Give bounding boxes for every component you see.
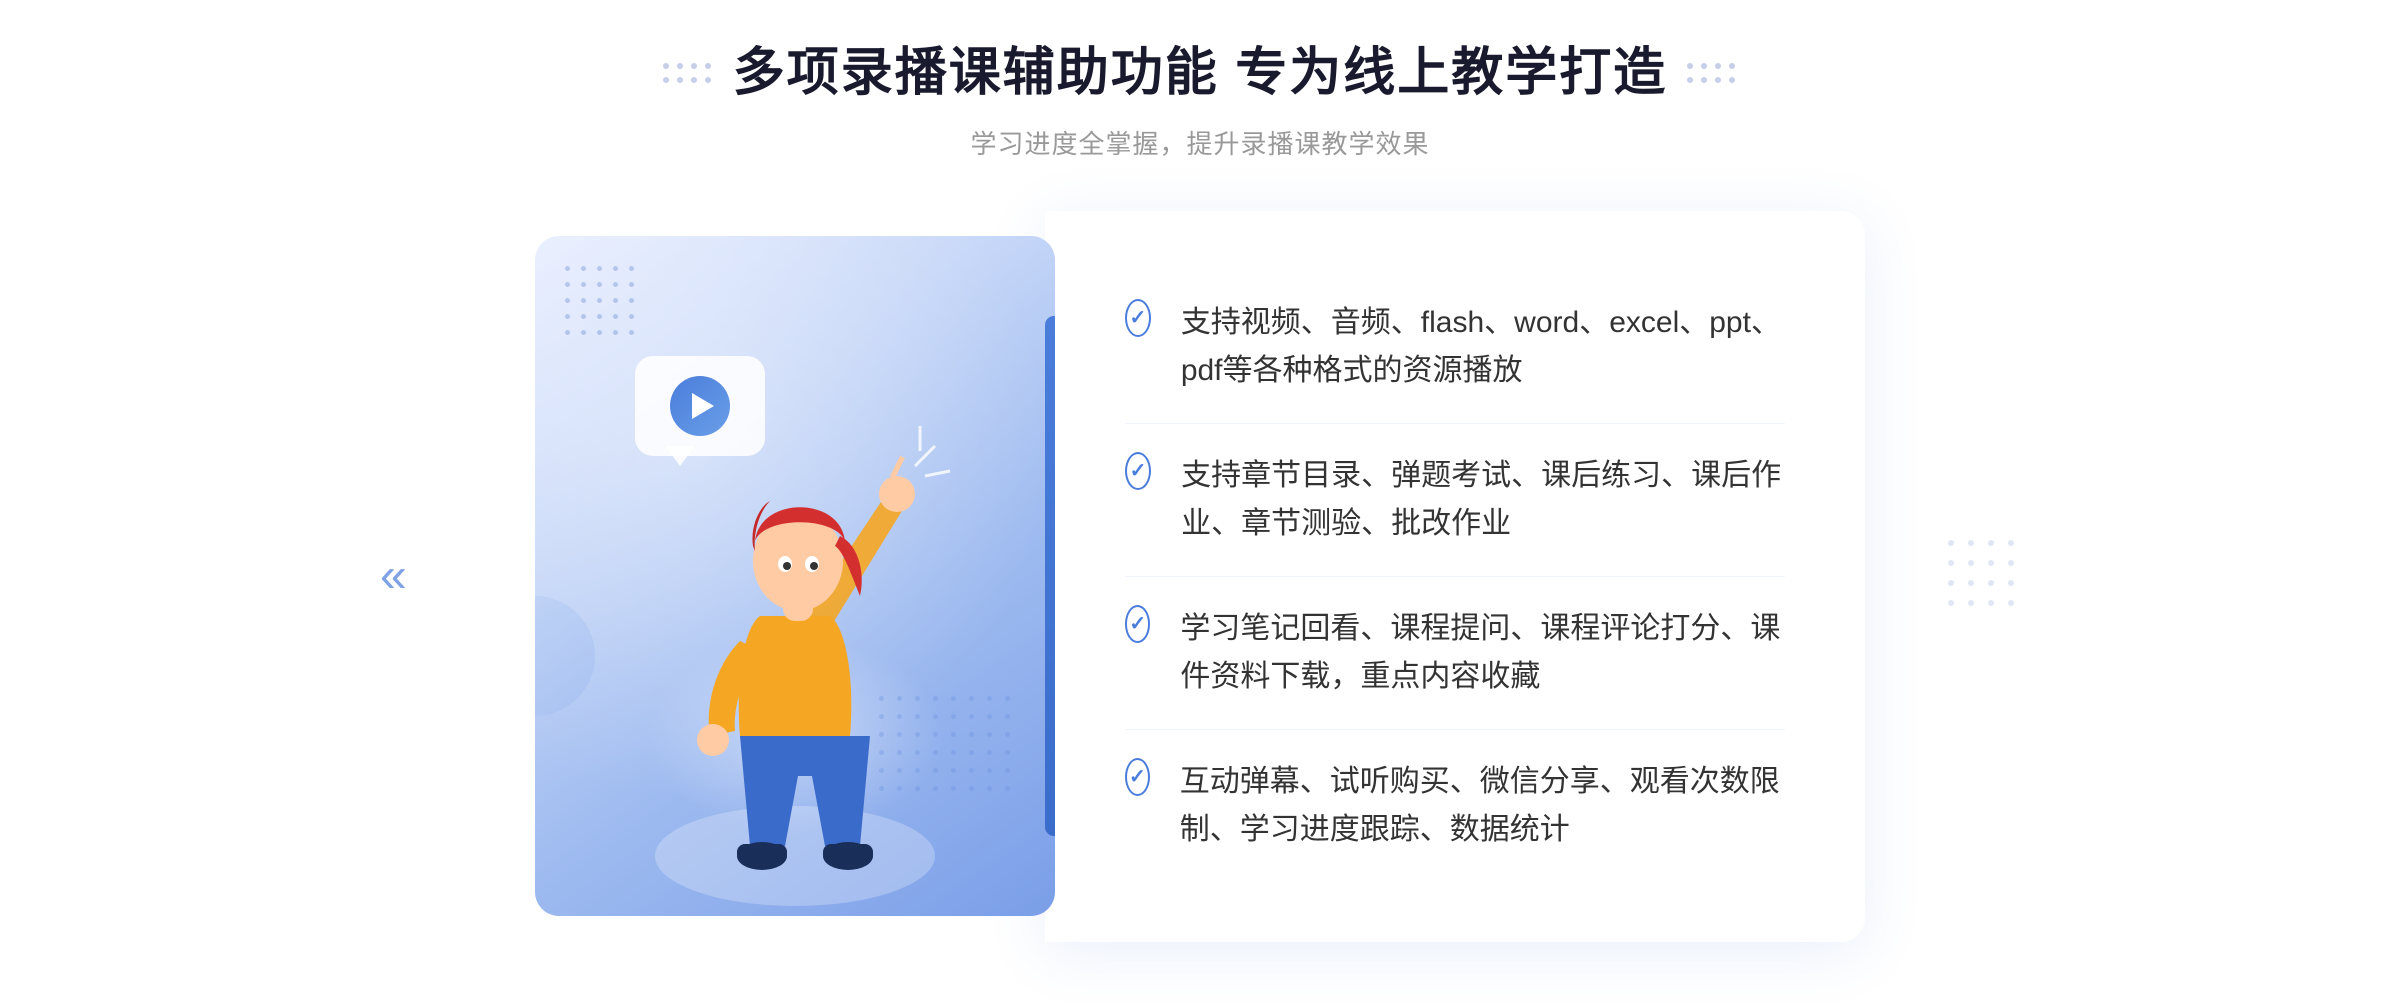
header-decoration: 多项录播课辅助功能 专为线上教学打造 [0, 40, 2400, 108]
feature-item-3: ✓ 学习笔记回看、课程提问、课程评论打分、课件资料下载，重点内容收藏 [1125, 577, 1785, 730]
feature-text-3: 学习笔记回看、课程提问、课程评论打分、课件资料下载，重点内容收藏 [1180, 605, 1785, 701]
page-container: 多项录播课辅助功能 专为线上教学打造 学习进度全掌握，提升录播课教学效果 « [0, 40, 2400, 942]
features-panel: ✓ 支持视频、音频、flash、word、excel、ppt、pdf等各种格式的… [1045, 211, 1865, 942]
feature-item-2: ✓ 支持章节目录、弹题考试、课后练习、课后作业、章节测验、批改作业 [1125, 424, 1785, 577]
accent-bar [1045, 316, 1055, 836]
right-outer-decoration [1948, 540, 2020, 612]
person-illustration [605, 396, 985, 916]
main-content: « [500, 211, 1900, 942]
feature-text-4: 互动弹幕、试听购买、微信分享、观看次数限制、学习进度跟踪、数据统计 [1180, 758, 1785, 854]
left-chevron-decoration: « [380, 549, 407, 604]
check-icon-4: ✓ [1125, 758, 1150, 796]
left-dot-decoration [663, 63, 713, 85]
feature-item-4: ✓ 互动弹幕、试听购买、微信分享、观看次数限制、学习进度跟踪、数据统计 [1125, 730, 1785, 882]
page-title: 多项录播课辅助功能 专为线上教学打造 [733, 40, 1667, 108]
feature-text-1: 支持视频、音频、flash、word、excel、ppt、pdf等各种格式的资源… [1181, 299, 1785, 395]
illustration-card [535, 236, 1055, 916]
feature-item-1: ✓ 支持视频、音频、flash、word、excel、ppt、pdf等各种格式的… [1125, 271, 1785, 424]
decorative-circle [535, 596, 595, 716]
right-dot-grid [1948, 540, 2020, 612]
feature-text-2: 支持章节目录、弹题考试、课后练习、课后作业、章节测验、批改作业 [1181, 452, 1785, 548]
checkmark-3: ✓ [1129, 614, 1146, 634]
right-dot-decoration [1687, 63, 1737, 85]
checkmark-2: ✓ [1130, 461, 1147, 481]
checkmark-4: ✓ [1129, 767, 1146, 787]
checkmark-1: ✓ [1130, 308, 1147, 328]
check-icon-3: ✓ [1125, 605, 1150, 643]
corner-dots [565, 266, 639, 340]
header-section: 多项录播课辅助功能 专为线上教学打造 学习进度全掌握，提升录播课教学效果 [0, 40, 2400, 161]
check-icon-2: ✓ [1125, 452, 1151, 490]
check-icon-1: ✓ [1125, 299, 1151, 337]
page-subtitle: 学习进度全掌握，提升录播课教学效果 [0, 124, 2400, 161]
